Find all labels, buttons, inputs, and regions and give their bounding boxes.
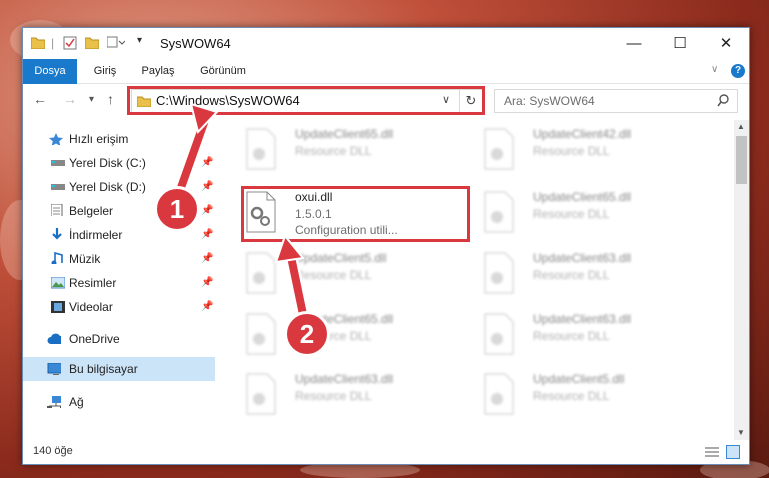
- annotation-arrows: [171, 102, 312, 326]
- callout-step-2: 2: [284, 311, 330, 357]
- arrow-2-head: [274, 233, 305, 264]
- callout-step-1: 1: [154, 186, 200, 232]
